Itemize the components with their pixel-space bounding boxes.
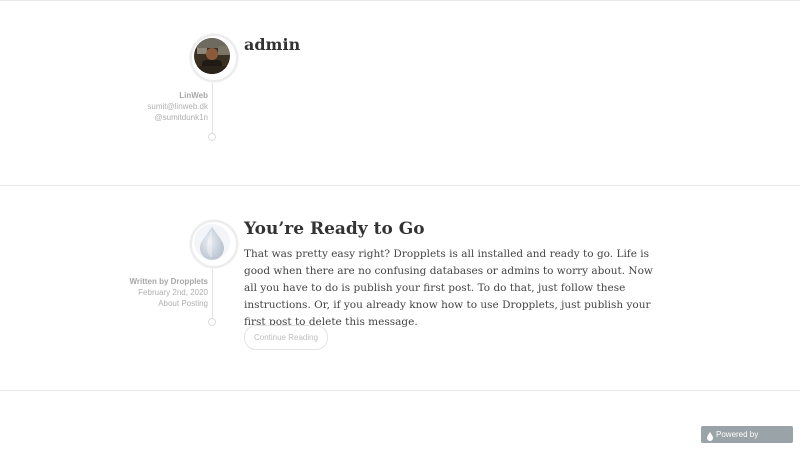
post-byline: Written by Dropplets: [129, 277, 208, 286]
droplet-logo-icon: [194, 224, 230, 260]
profile-meta: LinWeb sumit@linweb.dk @sumitdunk1n: [48, 90, 208, 123]
avatar-photo: [194, 38, 230, 74]
droplet-icon: [707, 430, 713, 447]
powered-by-badge[interactable]: Powered by Dropplets: [701, 426, 793, 456]
post-excerpt: That was pretty easy right? Dropplets is…: [244, 248, 653, 328]
post-avatar[interactable]: [190, 220, 238, 268]
profile-name: admin: [244, 35, 301, 54]
post-date: February 2nd, 2020: [138, 288, 208, 297]
profile-handle[interactable]: @sumitdunk1n: [48, 112, 208, 123]
timeline-line: [212, 264, 213, 320]
profile-site[interactable]: LinWeb: [48, 90, 208, 101]
timeline-dot: [208, 318, 216, 326]
post-title[interactable]: You’re Ready to Go: [244, 219, 425, 239]
continue-reading-button[interactable]: Continue Reading: [244, 325, 328, 350]
timeline-dot: [208, 133, 216, 141]
post-category[interactable]: About Posting: [48, 298, 208, 309]
bottom-divider: [0, 390, 800, 391]
post-meta: Written by Dropplets February 2nd, 2020 …: [48, 276, 208, 309]
profile-section: admin LinWeb sumit@linweb.dk @sumitdunk1…: [0, 0, 800, 185]
profile-avatar[interactable]: [190, 34, 238, 82]
profile-email[interactable]: sumit@linweb.dk: [48, 101, 208, 112]
powered-by-label: Powered by Dropplets: [716, 430, 759, 456]
